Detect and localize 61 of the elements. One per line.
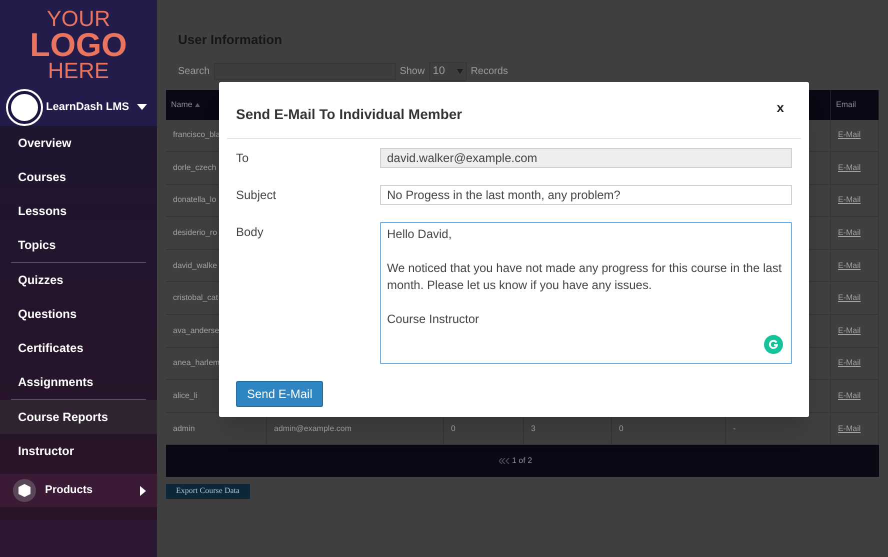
table-cell: -: [733, 422, 736, 435]
sidebar-item[interactable]: Overview: [0, 126, 157, 160]
email-link[interactable]: E-Mail: [838, 227, 861, 240]
email-link[interactable]: E-Mail: [838, 292, 861, 304]
sidebar-item[interactable]: Questions: [0, 297, 157, 331]
records-select[interactable]: 10: [428, 62, 467, 80]
table-cell: anea_harlem: [173, 357, 220, 370]
table-cell: david_walke: [173, 260, 218, 272]
avatar: [8, 90, 41, 124]
sidebar-item[interactable]: Lessons: [0, 194, 157, 228]
pagination-text: 1 of 2: [512, 455, 532, 468]
dialog-title: Send E-Mail To Individual Member: [236, 105, 462, 124]
table-cell: alice_li: [173, 390, 198, 402]
cube-icon: [13, 479, 36, 502]
table-cell: 0: [451, 422, 456, 435]
email-link[interactable]: E-Mail: [838, 194, 861, 206]
sidebar-item[interactable]: Courses: [0, 160, 157, 194]
email-link[interactable]: E-Mail: [838, 390, 861, 402]
caret-down-icon[interactable]: [137, 104, 147, 110]
sidebar-item[interactable]: Quizzes: [0, 263, 157, 297]
table-cell: dorle_czech: [173, 162, 216, 174]
field-label: Body: [236, 224, 264, 241]
sidebar-item[interactable]: Instructor: [0, 434, 157, 468]
search-label: Search: [178, 64, 210, 78]
email-link[interactable]: E-Mail: [838, 129, 861, 142]
subject-field[interactable]: No Progess in the last month, any problem?: [380, 185, 792, 205]
records-label: Records: [470, 64, 508, 78]
pagination-arrows-icon[interactable]: [499, 458, 510, 464]
sidebar-item[interactable]: Products: [0, 474, 157, 507]
sidebar-item[interactable]: Topics: [0, 228, 157, 262]
grammar-assistant-icon[interactable]: [764, 335, 783, 354]
column-header[interactable]: Name: [171, 98, 192, 110]
sidebar-item[interactable]: Assignments: [0, 365, 157, 399]
field-label: To: [236, 150, 250, 167]
table-cell: francisco_bla: [173, 129, 220, 142]
email-link[interactable]: E-Mail: [838, 422, 861, 435]
table-cell: 0: [619, 422, 624, 435]
caret-down-icon: [456, 68, 463, 74]
export-button[interactable]: Export Course Data: [166, 484, 250, 499]
email-link[interactable]: E-Mail: [838, 162, 861, 174]
table-cell: desiderio_ro: [173, 227, 218, 240]
table-cell: admin: [173, 422, 195, 435]
table-cell: cristobal_cat: [173, 292, 218, 304]
email-link[interactable]: E-Mail: [838, 357, 861, 370]
field-label: Subject: [236, 187, 278, 204]
send-button[interactable]: Send E-Mail: [236, 381, 324, 407]
sidebar-item[interactable]: Course Reports: [0, 400, 157, 434]
table-cell: donatella_lo: [173, 194, 216, 206]
close-button[interactable]: x: [776, 98, 784, 118]
profile-name: LearnDash LMS: [46, 100, 130, 115]
sidebar-item[interactable]: Certificates: [0, 331, 157, 365]
logo: YOUR LOGO HERE: [30, 8, 128, 82]
email-link[interactable]: E-Mail: [838, 260, 861, 272]
table-cell: ava_anderse: [173, 324, 220, 337]
show-label: Show: [400, 64, 425, 78]
table-cell: admin@example.com: [274, 422, 352, 435]
sort-icon: [195, 102, 200, 106]
message-body-field[interactable]: Hello David, We noticed that you have not made any progress for this course in the last month. Please let us know if you have any issues. Course Instructor: [380, 222, 792, 364]
email-link[interactable]: E-Mail: [838, 324, 861, 337]
table-cell: 3: [531, 422, 536, 435]
column-header[interactable]: Email: [836, 98, 856, 110]
